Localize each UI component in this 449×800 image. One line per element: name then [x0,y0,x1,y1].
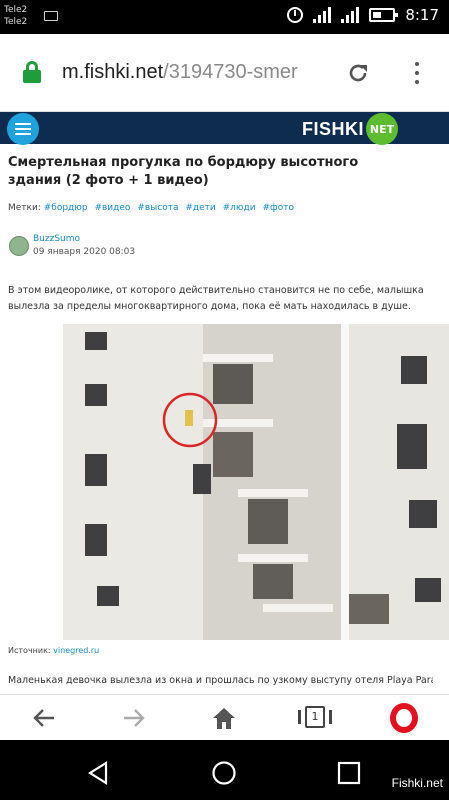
battery-icon [369,8,399,22]
url-path: /3194730-smer [163,61,298,83]
article-paragraph: В этом видеоролике, от которого действит… [8,285,424,312]
forward-icon[interactable] [120,704,148,732]
article-paragraph-2: Маленькая девочка вылезла из окна и прош… [8,675,433,686]
signal-icon [313,7,332,23]
author-avatar[interactable] [9,236,29,256]
article-title: Смертельная прогулка по бордюру высотног… [8,155,359,188]
tabs-icon[interactable]: 1 [298,704,332,730]
nav-home-icon[interactable] [211,760,237,786]
source-link[interactable]: vinegred.ru [53,646,99,655]
tag-link[interactable]: #бордюр [44,203,88,213]
tags-label: Метки: [8,203,41,213]
system-nav-bar: Fishki.net [0,740,449,800]
tag-link[interactable]: #фото [262,203,294,213]
more-icon[interactable] [410,62,424,84]
menu-icon[interactable] [7,113,39,145]
publish-date: 09 января 2020 08:03 [33,247,136,257]
keyboard-icon [44,11,58,21]
signal-h-icon [341,7,360,23]
logo-text: FISHKI [302,118,365,139]
site-header: FISHKI NET [0,112,449,145]
building-photo [63,324,449,640]
tag-link[interactable]: #высота [137,203,178,213]
browser-bottom-bar: 1 [0,694,449,740]
tag-link[interactable]: #люди [223,203,256,213]
browser-toolbar: m.fishki.net/3194730-smer [0,34,449,112]
url-host: m.fishki.net [62,61,164,83]
tag-link[interactable]: #видео [94,203,130,213]
lock-icon[interactable] [23,61,41,83]
home-icon[interactable] [210,704,238,732]
tab-count: 1 [305,706,325,728]
source-line: Источник: vinegred.ru [8,646,99,655]
watermark: Fishki.net [391,776,443,790]
article-photo[interactable] [63,324,449,640]
status-bar: Tele2 Tele2 8:17 [0,0,449,34]
alarm-icon [287,7,304,23]
author-link[interactable]: BuzzSumo [33,234,80,244]
carrier-1: Tele2 [4,5,28,15]
reload-icon[interactable] [346,61,370,85]
back-icon[interactable] [30,704,58,732]
clock: 8:17 [405,6,439,24]
tags-row: Метки: #бордюр #видео #высота #дети #люд… [8,203,298,213]
nav-back-icon[interactable] [86,760,112,786]
site-logo[interactable]: FISHKI NET [302,113,399,145]
nav-recents-icon[interactable] [337,761,361,785]
carrier-2: Tele2 [4,17,28,27]
tag-link[interactable]: #дети [185,203,215,213]
logo-badge: NET [366,113,399,145]
opera-icon[interactable] [390,703,418,733]
source-label: Источник: [8,646,51,655]
address-bar[interactable]: m.fishki.net/3194730-smer [62,61,328,84]
page-content: FISHKI NET Смертельная прогулка по бордю… [0,112,449,694]
